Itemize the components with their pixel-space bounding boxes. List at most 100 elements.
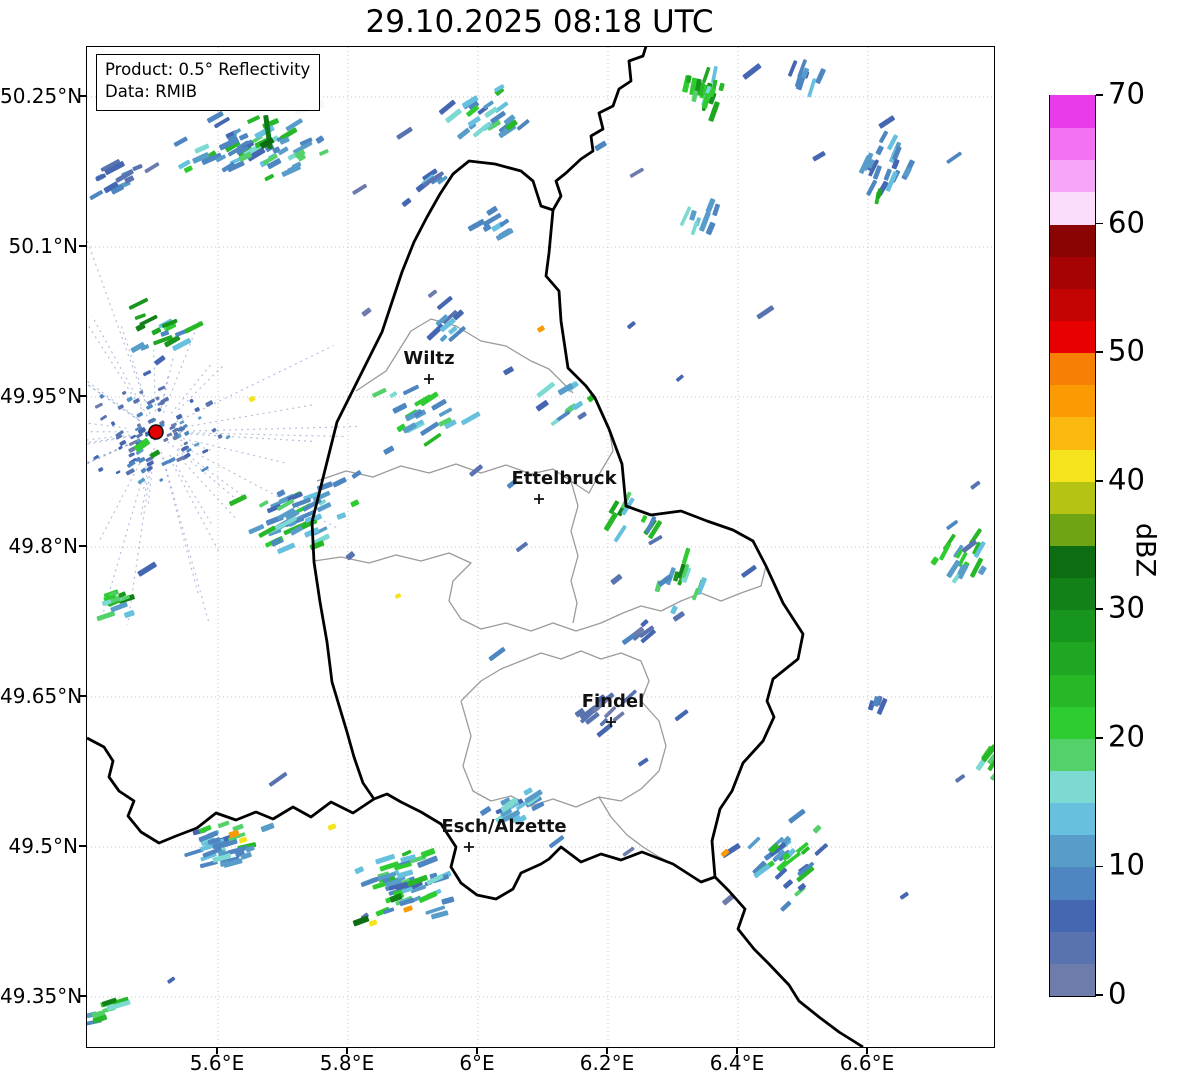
city-label: Ettelbruck [511,468,617,489]
radar-echo [277,542,296,555]
radar-echo [814,843,828,856]
radar-echo [228,494,247,507]
clutter-spoke [102,454,151,613]
colorbar-tick-mark [1096,222,1103,225]
radar-echo [115,470,121,475]
radar-echo [483,100,494,110]
radar-echo [970,480,981,490]
radar-echo [110,421,116,426]
radar-echo [389,391,398,399]
radar-echo [436,296,453,310]
radar-echo [679,206,692,226]
radar-echo [96,610,116,622]
radar-echo [742,63,762,80]
radar-echo [812,824,822,834]
colorbar-segment [1050,931,1095,964]
radar-echo [281,164,301,177]
radar-echo [396,126,413,140]
radar-echo [315,135,325,144]
clutter-spoke [177,364,224,411]
radar-echo [233,128,241,135]
radar-echo [603,512,618,532]
radar-echo [332,477,347,488]
map-plot-area: Wiltz Ettelbruck Findel Esch/Alzette [86,46,995,1048]
radar-echo [788,808,806,824]
colorbar-segment [1050,288,1095,321]
radar-echo [780,900,792,912]
city-label: Esch/Alzette [441,816,566,837]
data-source-line: Data: RMIB [105,82,198,102]
radar-echo [239,133,249,141]
colorbar-tick-label: 40 [1108,462,1145,497]
radar-echo [157,385,166,392]
radar-echo [812,151,826,162]
radar-echo [184,321,204,334]
colorbar-segment [1050,770,1095,804]
radar-echo [815,68,826,84]
city-marker [464,842,474,852]
colorbar-tick-label: 60 [1108,205,1145,240]
radar-echo [392,402,408,414]
radar-echo [467,218,485,232]
y-tick-label: 49.95°N [0,384,83,408]
radar-echo [613,525,627,543]
radar-echo [247,115,260,124]
radar-echo [403,905,413,913]
radar-echo [899,891,909,900]
radar-echo [176,455,185,462]
city-marker [534,494,544,504]
radar-echo [133,398,140,404]
colorbar-segment [1050,577,1095,611]
radar-echo [197,416,202,420]
colorbar-tick-label: 0 [1108,976,1127,1011]
radar-echo [495,228,514,241]
radar-echo [354,866,365,875]
radar-echo [157,407,162,412]
radar-echo [640,515,648,523]
radar-echo [159,478,164,482]
colorbar-segment [1050,256,1095,289]
radar-echo [154,355,166,366]
clutter-spoke [184,433,316,443]
radar-echo [225,435,231,440]
colorbar-tick-mark [1096,479,1103,482]
canton-border [570,480,579,624]
radar-echo [327,823,337,831]
radar-echo [402,384,420,396]
radar-echo [248,395,256,403]
radar-echo [166,432,173,437]
radar-echo [140,467,147,474]
x-tick-label: 6.4°E [709,1051,765,1075]
colorbar-segment [1050,127,1095,161]
radar-echo [134,313,146,320]
radar-echo [277,146,289,156]
colorbar-unit-label: dBZ [1129,522,1161,578]
radar-echo [457,127,471,140]
radar-echo [121,390,127,395]
radar-echo [878,115,895,129]
colorbar-segment [1050,673,1095,707]
radar-echo [705,221,716,236]
product-line: Product: 0.5° Reflectivity [105,60,311,79]
radar-echo [99,394,104,399]
radar-echo [361,307,372,317]
canton-border [460,650,667,808]
radar-echo [372,388,387,398]
radar-echo [741,565,757,578]
clutter-spoke [162,357,174,402]
product-info-box: Product: 0.5° Reflectivity Data: RMIB [96,54,321,111]
radar-echo [637,757,649,767]
x-tick-label: 6.2°E [579,1051,635,1075]
y-tick-label: 50.1°N [8,234,79,258]
radar-echo [211,427,217,433]
radar-echo [523,787,533,796]
radar-echo [718,82,725,92]
radar-echo [946,519,959,530]
radar-echo [427,289,438,298]
colorbar-segment [1050,191,1095,225]
radar-echo [319,149,329,156]
radar-echo [708,101,720,122]
figure-title: 29.10.2025 08:18 UTC [365,4,714,40]
colorbar-segment [1050,416,1095,450]
radar-echo [123,609,135,619]
